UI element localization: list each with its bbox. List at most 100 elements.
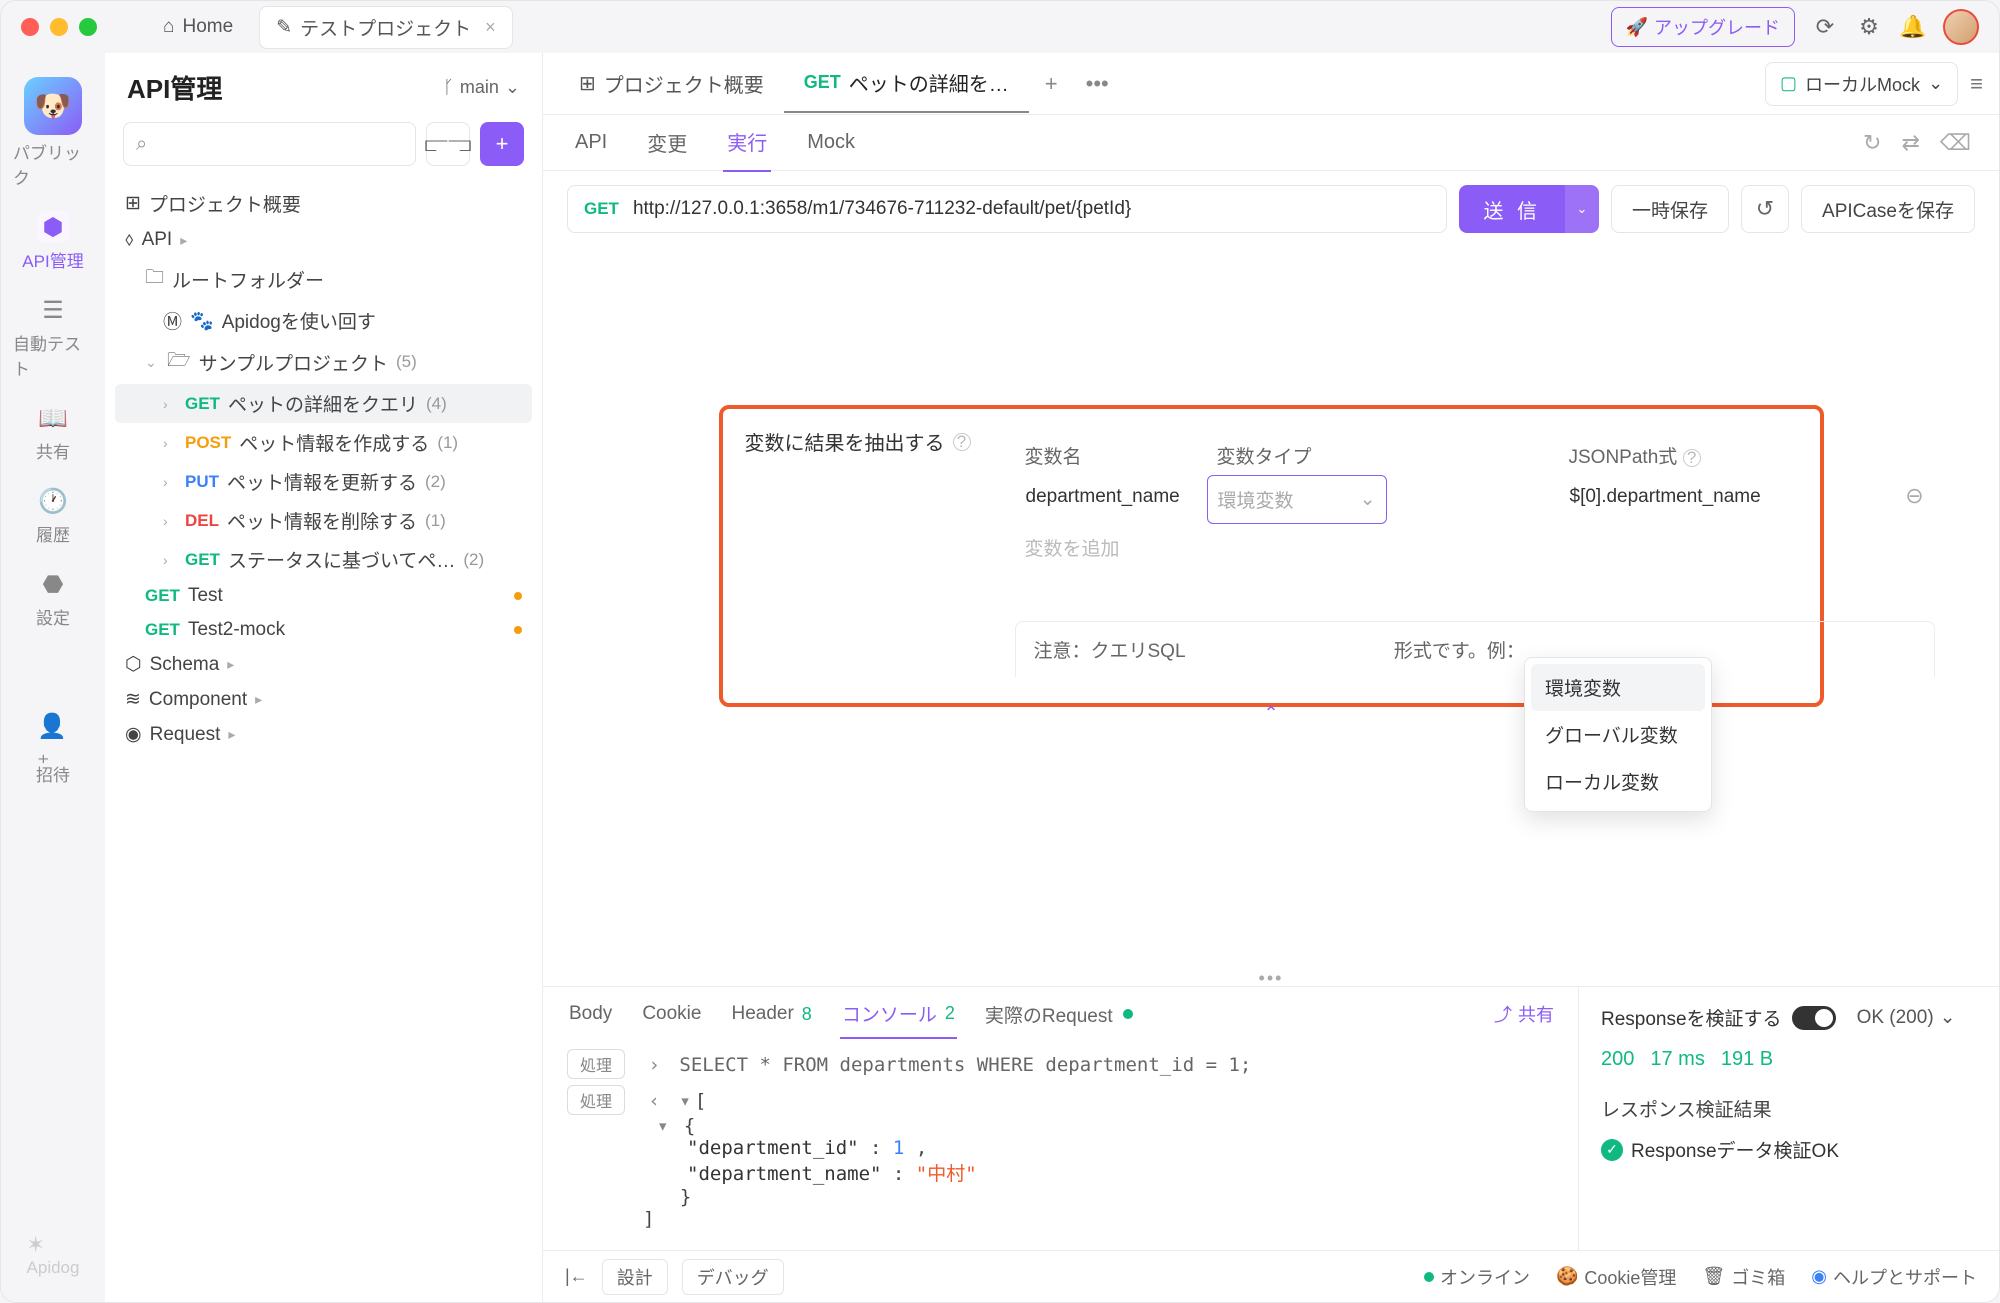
add-button[interactable]: + [480,122,524,166]
content-panel: 変数に結果を抽出する ? 変数名 変数タイプ JSONPath式 ? [543,247,1999,968]
home-tab[interactable]: ⌂ Home [147,9,249,45]
autotest-item[interactable]: ☰ 自動テスト [13,290,93,384]
status-selector[interactable]: OK (200) ⌄ [1846,1001,1967,1034]
api-root[interactable]: ⬨ API ▸ [115,223,532,257]
add-variable-placeholder[interactable]: 変数を追加 [1015,524,1935,571]
resp-tab-body[interactable]: Body [567,993,614,1035]
delete-row-button[interactable]: ⊖ [1895,475,1935,524]
component-item[interactable]: ≋ Component ▸ [115,682,532,717]
upgrade-button[interactable]: 🚀 アップグレード [1611,7,1795,47]
tab-project-overview[interactable]: ⊞ プロジェクト概要 [559,55,784,112]
resp-tab-cookie[interactable]: Cookie [640,993,703,1035]
history-item[interactable]: 🕐 履歴 [13,481,93,550]
schema-item[interactable]: ⬡ Schema ▸ [115,647,532,682]
save-temp-button[interactable]: 一時保存 [1611,185,1729,233]
resp-tab-header[interactable]: Header8 [729,993,813,1035]
tab-overflow-button[interactable]: ••• [1074,71,1121,97]
footer-bar: |← 設計 デバッグ オンライン 🍪 Cookie管理 🗑 ゴミ箱 [543,1250,1999,1302]
settings-item[interactable]: ⬣ 設定 [13,564,93,633]
caret-icon: ▸ [180,232,194,249]
menu-button[interactable]: ≡ [1970,71,1983,97]
invite-item[interactable]: 👤₊ 招待 [13,721,93,790]
api-item-delete-pet[interactable]: › DEL ペット情報を削除する (1) [115,501,532,540]
gear-icon[interactable]: ⚙ [1855,13,1883,41]
process-chip: 処理 [567,1049,625,1079]
search-input[interactable]: ⌕ [123,122,416,166]
share-icon: ⤴ [1494,1001,1512,1027]
share-button[interactable]: ⤴ 共有 [1494,1001,1554,1027]
subtab-change[interactable]: 変更 [643,114,691,171]
share-item[interactable]: 📖 共有 [13,398,93,467]
refresh-icon[interactable]: ⟳ [1811,13,1839,41]
tab-active-api[interactable]: GET ペットの詳細を… [784,54,1029,113]
maximize-icon[interactable] [79,18,97,36]
sql-text: SELECT * FROM departments WHERE departme… [679,1054,1251,1076]
subtab-api[interactable]: API [571,117,611,168]
design-mode[interactable]: 設計 [602,1259,668,1295]
chevron-down-icon: ⌄ [505,77,520,98]
caret-icon: ▸ [227,656,241,673]
collapse-left-icon[interactable]: |← [565,1266,588,1287]
jsonpath-input[interactable]: $[0].department_name [1559,475,1895,524]
api-item-query-pet[interactable]: › GET ペットの詳細をクエリ (4) [115,384,532,423]
subtab-mock[interactable]: Mock [803,117,859,168]
dd-global-var[interactable]: グローバル変数 [1531,711,1705,758]
dd-local-var[interactable]: ローカル変数 [1531,758,1705,805]
col-var-type: 変数タイプ [1207,436,1387,475]
col-var-name: 変数名 [1015,436,1207,475]
debug-mode[interactable]: デバッグ [682,1259,784,1295]
close-tab-icon[interactable]: × [485,17,496,38]
project-overview-item[interactable]: ⊞ プロジェクト概要 [115,184,532,223]
var-type-select[interactable]: 環境変数 ⌄ [1207,475,1387,524]
var-name-input[interactable]: department_name [1015,475,1207,524]
resize-handle[interactable]: ••• [543,968,1999,986]
bell-icon[interactable]: 🔔 [1899,13,1927,41]
dd-env-var[interactable]: 環境変数 [1531,664,1705,711]
close-icon[interactable] [21,18,39,36]
api-item-test2-mock[interactable]: GET Test2-mock [115,613,532,647]
verify-toggle[interactable] [1792,1006,1836,1030]
cookie-manage[interactable]: 🍪 Cookie管理 [1556,1264,1676,1290]
api-manage-item[interactable]: ⬢ API管理 [13,207,93,276]
project-tab[interactable]: ✎ テストプロジェクト × [259,6,512,49]
history-icon[interactable]: ↻ [1863,130,1881,156]
chevron-down-icon: ⌄ [1360,488,1376,511]
send-button[interactable]: 送 信 [1459,185,1565,233]
help-icon[interactable]: ? [953,433,971,451]
code-icon[interactable]: ⇄ [1901,130,1919,156]
rocket-icon: 🚀 [1626,17,1648,38]
help-icon[interactable]: ? [1683,449,1701,467]
filter-button[interactable]: ⫍⫎ [426,122,470,166]
request-item[interactable]: ◉ Request ▸ [115,717,532,752]
environment-selector[interactable]: ▢ ローカルMock ⌄ [1765,62,1958,106]
online-dot-icon [1424,1272,1434,1282]
apidog-reuse-item[interactable]: Ⓜ 🐾 Apidogを使い回す [115,301,532,340]
workspace-avatar-icon: 🐶 [24,77,82,135]
workspace-item[interactable]: 🐶 パブリック [13,73,93,193]
autotest-label: 自動テスト [13,330,93,380]
trash[interactable]: 🗑 ゴミ箱 [1702,1264,1785,1290]
api-item-update-pet[interactable]: › PUT ペット情報を更新する (2) [115,462,532,501]
online-status[interactable]: オンライン [1424,1264,1530,1290]
avatar[interactable] [1943,9,1979,45]
branch-selector[interactable]: ᚴ main ⌄ [443,77,520,98]
resp-tab-actual[interactable]: 実際のRequest [983,991,1135,1038]
trash-icon: 🗑 [1702,1266,1725,1287]
resp-tab-console[interactable]: コンソール2 [840,990,957,1039]
sample-project-folder[interactable]: ⌄ 🗁 サンプルプロジェクト (5) [115,340,532,384]
help-support[interactable]: ◉ ヘルプとサポート [1811,1264,1977,1290]
root-folder[interactable]: 🗀 ルートフォルダー [115,257,532,301]
delete-icon[interactable]: ⌫ [1940,130,1971,156]
save-case-button[interactable]: APICaseを保存 [1801,185,1975,233]
url-input[interactable]: GET http://127.0.0.1:3658/m1/734676-7112… [567,185,1447,233]
api-item-status-pet[interactable]: › GET ステータスに基づいてペ… (2) [115,540,532,579]
minimize-icon[interactable] [50,18,68,36]
dot-icon [1123,1009,1133,1019]
api-item-create-pet[interactable]: › POST ペット情報を作成する (1) [115,423,532,462]
revert-button[interactable]: ↺ [1741,185,1789,233]
add-tab-button[interactable]: + [1029,71,1074,97]
send-dropdown[interactable]: ⌄ [1565,185,1599,233]
api-item-test[interactable]: GET Test [115,579,532,613]
subtab-run[interactable]: 実行 [723,113,771,172]
collapse-handle[interactable]: ⌃ [567,703,1975,723]
